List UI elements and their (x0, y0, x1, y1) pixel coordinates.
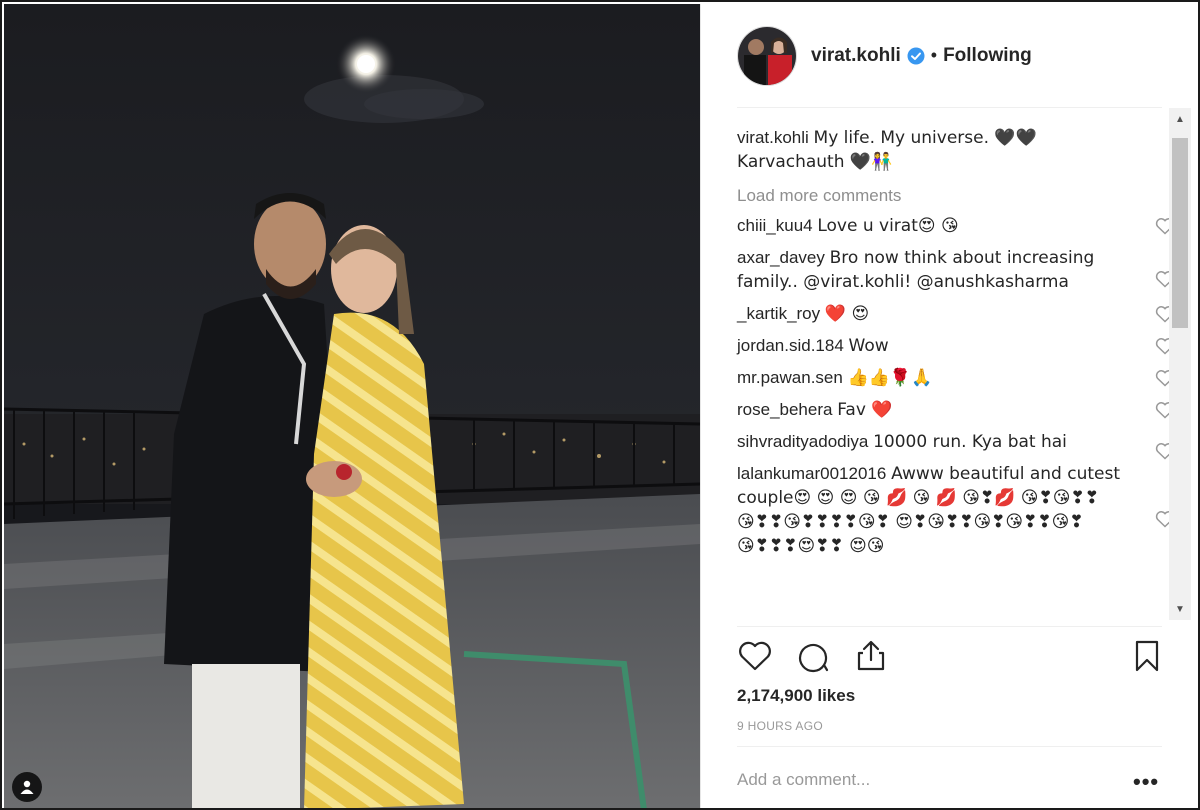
couple-photo-image (4, 4, 700, 808)
scroll-thumb[interactable] (1172, 138, 1188, 328)
comment-username[interactable]: lalankumar0012016 (737, 464, 886, 483)
header-separator: • (930, 45, 938, 65)
scroll-down-arrow-icon[interactable]: ▼ (1169, 598, 1191, 620)
add-comment-input[interactable] (737, 770, 1117, 790)
comment-item: chiii_kuu4 Love u virat😍 😘 (737, 214, 1175, 238)
comment-item: jordan.sid.184 Wow (737, 334, 1175, 358)
verified-badge-icon (907, 47, 925, 64)
likes-count[interactable]: 2,174,900 likes (737, 686, 855, 706)
more-options-icon[interactable]: ••• (1133, 771, 1159, 793)
heart-outline-icon[interactable] (737, 638, 773, 674)
person-glyph (20, 780, 34, 794)
comment-item: lalankumar0012016 Awww beautiful and cut… (737, 462, 1175, 558)
caption-username[interactable]: virat.kohli (737, 128, 809, 147)
share-icon[interactable] (853, 638, 889, 674)
post-timestamp: 9 HOURS AGO (737, 719, 823, 733)
comment-username[interactable]: chiii_kuu4 (737, 216, 813, 235)
action-bar (737, 638, 1165, 678)
following-button[interactable]: Following (943, 45, 1032, 67)
comment-username[interactable]: _kartik_roy (737, 304, 820, 323)
comment-text: Love u virat😍 😘 (817, 216, 959, 236)
comment-username[interactable]: mr.pawan.sen (737, 368, 843, 387)
bookmark-icon[interactable] (1129, 638, 1165, 674)
comment-username[interactable]: axar_davey (737, 248, 825, 267)
scroll-up-arrow-icon[interactable]: ▲ (1169, 108, 1191, 130)
post-sidebar: virat.kohli • Following virat.kohli My l… (700, 4, 1198, 808)
comment-text: ❤️ 😍 (824, 304, 870, 324)
post-caption: virat.kohli My life. My universe. 🖤🖤 Kar… (737, 126, 1125, 174)
comment-item: _kartik_roy ❤️ 😍 (737, 302, 1175, 326)
comment-item: sihvradityadodiya 10000 run. Kya bat hai (737, 430, 1175, 460)
comments-list: virat.kohli My life. My universe. 🖤🖤 Kar… (737, 126, 1175, 566)
add-comment-divider (737, 746, 1162, 747)
comment-text: Wow (848, 336, 889, 356)
comment-item: axar_davey Bro now think about increasin… (737, 246, 1175, 294)
avatar-image (738, 26, 796, 85)
comment-username[interactable]: jordan.sid.184 (737, 336, 844, 355)
post-photo (4, 4, 700, 808)
avatar[interactable] (737, 25, 797, 86)
comment-item: mr.pawan.sen 👍👍🌹🙏 (737, 366, 1175, 390)
comment-text: Fav ❤️ (837, 400, 893, 420)
header-username[interactable]: virat.kohli (811, 45, 901, 67)
comment-username[interactable]: rose_behera (737, 400, 832, 419)
speech-bubble-icon[interactable] (795, 638, 831, 674)
comment-text: 👍👍🌹🙏 (847, 368, 933, 388)
comments-section: virat.kohli My life. My universe. 🖤🖤 Kar… (701, 108, 1198, 626)
actions-divider (737, 626, 1162, 627)
post-header: virat.kohli • Following (701, 4, 1198, 107)
post-window: virat.kohli • Following virat.kohli My l… (0, 0, 1200, 810)
load-more-comments-button[interactable]: Load more comments (737, 184, 1125, 208)
user-tag-icon[interactable] (12, 772, 42, 802)
comment-text: 10000 run. Kya bat hai (873, 432, 1067, 452)
comment-username[interactable]: sihvradityadodiya (737, 432, 868, 451)
comment-item: rose_behera Fav ❤️ (737, 398, 1175, 422)
comments-scrollbar[interactable]: ▲ ▼ (1169, 108, 1191, 620)
